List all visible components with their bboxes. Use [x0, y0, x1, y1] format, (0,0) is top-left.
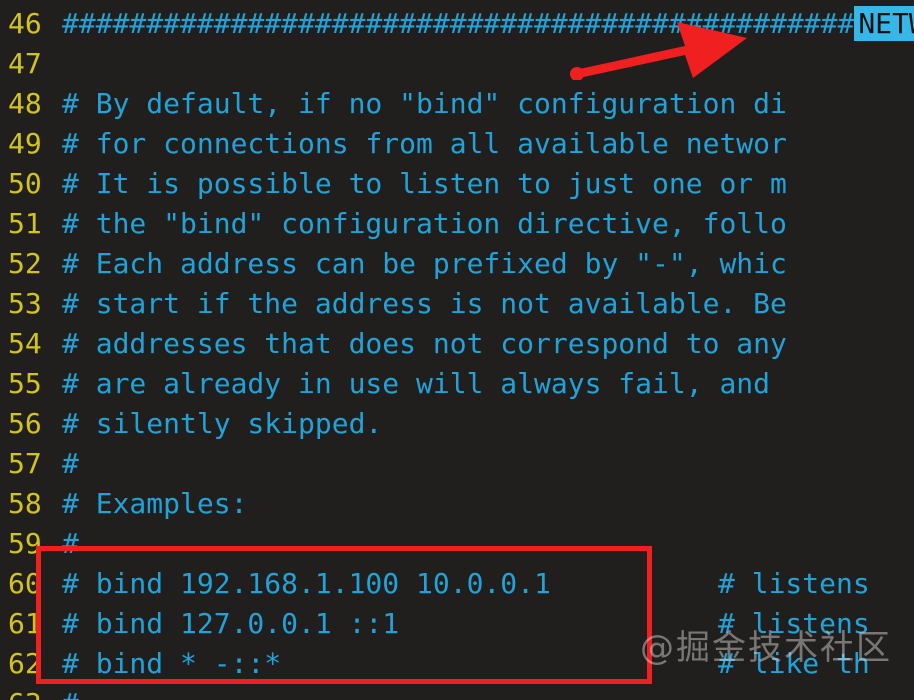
line-content: # bind 127.0.0.1 ::1 — [62, 607, 400, 640]
code-line[interactable]: 47 — [0, 44, 914, 84]
line-content: # Each address can be prefixed by "-", w… — [62, 247, 787, 280]
code-line[interactable]: 61 # bind 127.0.0.1 ::1 # listens — [0, 604, 914, 644]
line-content: # for connections from all available net… — [62, 127, 787, 160]
code-line[interactable]: 56 # silently skipped. — [0, 404, 914, 444]
code-line[interactable]: 63 # — [0, 684, 914, 700]
network-highlight: NETWORK — [854, 6, 914, 41]
line-content: # It is possible to listen to just one o… — [62, 167, 787, 200]
line-content: # bind * -::* — [62, 647, 282, 680]
line-content: # — [62, 684, 79, 700]
line-number: 51 — [8, 207, 42, 240]
line-number: 57 — [8, 447, 42, 480]
code-line[interactable]: 53 # start if the address is not availab… — [0, 284, 914, 324]
line-content: # bind 192.168.1.100 10.0.0.1 — [62, 567, 551, 600]
line-number: 59 — [8, 527, 42, 560]
line-number: 60 — [8, 567, 42, 600]
line-number: 62 — [8, 647, 42, 680]
line-number: 47 — [8, 47, 42, 80]
line-number: 53 — [8, 287, 42, 320]
line-content: # start if the address is not available.… — [62, 287, 787, 320]
line-number: 56 — [8, 407, 42, 440]
line-number: 48 — [8, 87, 42, 120]
line-content: # silently skipped. — [62, 407, 383, 440]
code-line[interactable]: 62 # bind * -::* # like th — [0, 644, 914, 684]
line-trailing-comment: # listens — [718, 607, 870, 640]
line-number: 49 — [8, 127, 42, 160]
code-line[interactable]: 55 # are already in use will always fail… — [0, 364, 914, 404]
line-content: ########################################… — [62, 4, 914, 44]
code-line[interactable]: 59 # — [0, 524, 914, 564]
code-line[interactable]: 50 # It is possible to listen to just on… — [0, 164, 914, 204]
line-content: # Examples: — [62, 487, 248, 520]
line-number: 52 — [8, 247, 42, 280]
line-content: # are already in use will always fail, a… — [62, 367, 787, 400]
line-content: # — [62, 447, 79, 480]
code-line[interactable]: 57 # — [0, 444, 914, 484]
line-content: # the "bind" configuration directive, fo… — [62, 207, 787, 240]
line-number: 63 — [8, 684, 56, 700]
code-line[interactable]: 48 # By default, if no "bind" configurat… — [0, 84, 914, 124]
code-line[interactable]: 51 # the "bind" configuration directive,… — [0, 204, 914, 244]
line-number: 58 — [8, 487, 42, 520]
line-content: # addresses that does not correspond to … — [62, 327, 787, 360]
line-content: # — [62, 527, 79, 560]
line-code-text: ########################################… — [62, 7, 855, 40]
line-number: 46 — [8, 7, 42, 40]
code-line[interactable]: 58 # Examples: — [0, 484, 914, 524]
line-content: # By default, if no "bind" configuration… — [62, 87, 787, 120]
code-editor[interactable]: 46 #####################################… — [0, 0, 914, 700]
code-line[interactable]: 52 # Each address can be prefixed by "-"… — [0, 244, 914, 284]
line-number: 55 — [8, 367, 42, 400]
code-line[interactable]: 54 # addresses that does not correspond … — [0, 324, 914, 364]
line-number: 50 — [8, 167, 42, 200]
line-trailing-comment: # like th — [718, 647, 870, 680]
screenshot-root: 46 #####################################… — [0, 0, 914, 700]
code-line[interactable]: 60 # bind 192.168.1.100 10.0.0.1 # liste… — [0, 564, 914, 604]
code-line[interactable]: 46 #####################################… — [0, 4, 914, 44]
line-trailing-comment: # listens — [718, 567, 870, 600]
code-line[interactable]: 49 # for connections from all available … — [0, 124, 914, 164]
line-number: 54 — [8, 327, 42, 360]
line-number: 61 — [8, 607, 42, 640]
